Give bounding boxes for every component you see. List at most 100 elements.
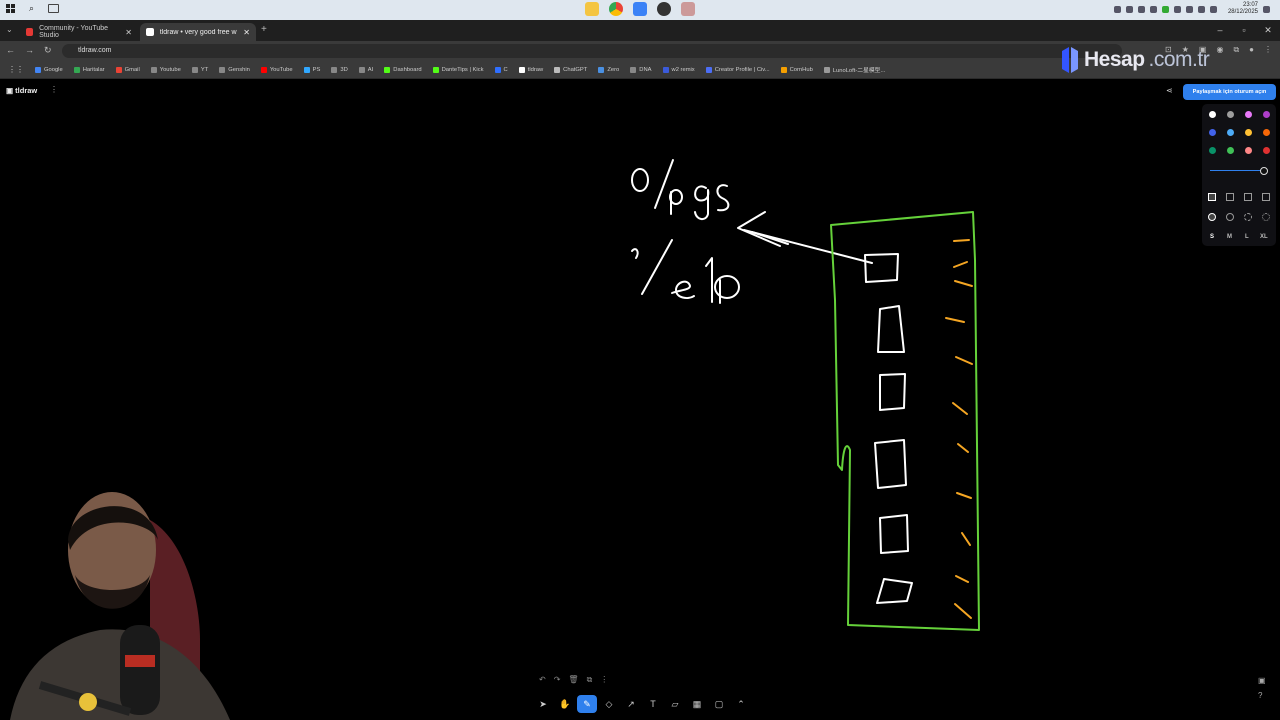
bookmark-item[interactable]: YT [191,66,209,73]
bookmark-item[interactable]: DanteTips | Kick [432,66,484,73]
bookmark-item[interactable]: 3D [331,66,348,73]
logo-text: tldraw [15,86,38,95]
bookmark-item[interactable]: tldraw [518,66,543,73]
bookmark-item[interactable]: Dashboard [384,66,422,73]
bookmark-item[interactable]: AI [358,66,373,73]
bookmark-favicon-icon [518,66,525,73]
bookmark-item[interactable]: Genshin [219,66,250,73]
clock-date: 28/12/2025 [1227,9,1258,15]
back-icon[interactable]: ← [6,45,15,56]
bookmark-label: Zero [607,66,620,73]
tray-icon[interactable] [1149,5,1157,13]
bookmark-favicon-icon [115,66,122,73]
tab-tldraw[interactable]: tldraw • very good free whitebo ✕ [140,23,256,41]
bookmark-item[interactable]: Zero [598,66,620,73]
system-clock[interactable]: 23:07 28/12/2025 [1228,2,1258,16]
bookmark-label: PS [312,66,321,73]
volume-icon[interactable] [1197,5,1205,13]
bookmark-item[interactable]: Creator Profile | Civ... [705,66,770,73]
bookmark-item[interactable]: DNA [630,66,652,73]
green-bar-outline [830,211,980,631]
task-view-icon[interactable] [48,4,60,13]
more-actions-icon[interactable]: ⋮ [600,675,608,685]
close-window-icon[interactable]: ✕ [1256,20,1280,40]
redo-icon[interactable]: ↷ [554,675,561,685]
main-menu-icon[interactable]: ⋮ [50,85,58,94]
close-tab-icon[interactable]: ✕ [243,28,250,37]
file-explorer-icon[interactable] [585,2,599,16]
select-tool-icon[interactable]: ➤ [533,695,553,713]
draw-tool-icon[interactable]: ✎ [577,695,597,713]
bookmark-label: Creator Profile | Civ... [714,66,770,73]
os-taskbar: ⌕ 23:07 28/12/2025 [0,0,1280,20]
note-tool-icon[interactable]: ▱ [665,695,685,713]
bookmark-item[interactable]: YouTube [260,66,293,73]
extensions-icon[interactable]: ⧉ [1233,45,1239,55]
bookmark-item[interactable]: Haritalar [73,66,105,73]
search-icon[interactable]: ⌕ [29,3,34,14]
rectangle-tool-icon[interactable]: ▢ [709,695,729,713]
new-tab-icon[interactable]: + [261,24,267,35]
bookmark-item[interactable]: w2 remix [662,66,695,73]
tray-icon[interactable] [1137,5,1145,13]
window-controls: – ▫ ✕ [1208,20,1280,40]
bookmark-item[interactable]: PS [303,66,321,73]
duplicate-icon[interactable]: ⧉ [587,675,593,685]
app-icon-avatar[interactable] [681,2,695,16]
bookmark-favicon-icon [598,66,605,73]
profile-icon[interactable]: ● [1249,45,1254,55]
maximize-icon[interactable]: ▫ [1232,20,1256,40]
app-icon-blue[interactable] [633,2,647,16]
tray-icon[interactable] [1125,5,1133,13]
chrome-icon[interactable] [609,2,623,16]
bookmark-item[interactable]: LunoLoft-二星模型... [823,65,885,74]
bookmark-favicon-icon [150,66,157,73]
delete-icon[interactable]: 🗑 [568,675,578,685]
bookmark-item[interactable]: ChatGPT [554,66,587,73]
youtube-favicon-icon [26,28,34,36]
text-tool-icon[interactable]: T [643,695,663,713]
bookmark-favicon-icon [432,66,439,73]
bookmark-label: YT [200,66,209,73]
stacked-squares [864,253,913,604]
bookmark-favicon-icon [780,66,787,73]
bookmark-item[interactable]: Gmail [115,66,140,73]
apps-grid-icon[interactable]: ⋮⋮ [8,65,24,74]
mic-icon[interactable]: ◉ [1216,45,1223,55]
bookmark-item[interactable]: CornHub [780,66,813,73]
menu-icon[interactable]: ⋮ [1264,45,1272,55]
battery-icon[interactable] [1209,5,1217,13]
more-tools-icon[interactable]: ⌃ [731,695,751,713]
eraser-tool-icon[interactable]: ◇ [599,695,619,713]
help-icon[interactable]: ? [1258,691,1266,700]
forward-icon[interactable]: → [25,45,34,56]
bookmark-favicon-icon [662,66,669,73]
asset-tool-icon[interactable]: ▦ [687,695,707,713]
hand-tool-icon[interactable]: ✋ [555,695,575,713]
bookmark-favicon-icon [191,66,198,73]
bookmark-item[interactable]: C [494,66,508,73]
sign-in-to-share-button[interactable]: Paylaşmak için oturum açın [1183,84,1276,100]
tab-youtube-studio[interactable]: Community - YouTube Studio ✕ [20,23,138,41]
tray-icon[interactable] [1161,5,1169,13]
undo-icon[interactable]: ↶ [539,675,546,685]
share-icon[interactable]: ⋖ [1166,86,1173,95]
windows-start-icon[interactable] [6,4,15,13]
tray-icon[interactable] [1173,5,1181,13]
tab-search-icon[interactable]: ⌄ [6,25,13,34]
tab-label: Community - YouTube Studio [39,25,109,39]
close-tab-icon[interactable]: ✕ [125,28,132,37]
bookmark-item[interactable]: Google [35,66,63,73]
arrow-tool-icon[interactable]: ↗ [621,695,641,713]
tldraw-logo[interactable]: ▣ tldraw [6,86,37,95]
bookmark-item[interactable]: Youtube [150,66,181,73]
notifications-icon[interactable] [1263,5,1270,13]
tldraw-top-bar: ▣ tldraw ⋮ ⋖ Paylaşmak için oturum açın [0,84,1280,100]
url-input[interactable]: tldraw.com [62,44,1122,58]
help-menu-icon[interactable]: ▣ [1258,676,1266,685]
app-icon-dark[interactable] [657,2,671,16]
tray-chevron-icon[interactable] [1113,5,1121,13]
wifi-icon[interactable] [1185,5,1193,13]
reload-icon[interactable]: ↻ [44,45,52,56]
minimize-icon[interactable]: – [1208,20,1232,40]
